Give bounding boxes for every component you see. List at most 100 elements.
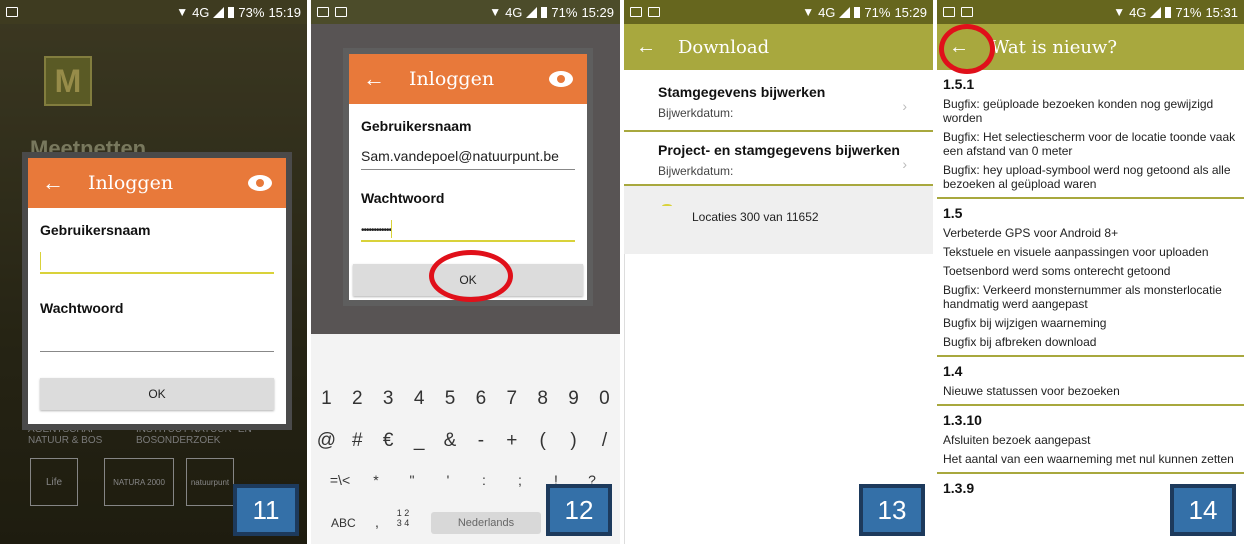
divider: [937, 197, 1244, 199]
password-label: Wachtwoord: [361, 190, 445, 206]
key[interactable]: &: [437, 430, 463, 452]
changelog-note: Het aantal van een waarneming met nul ku…: [943, 452, 1234, 466]
key[interactable]: 0: [591, 388, 617, 410]
back-arrow-icon[interactable]: ←: [363, 66, 393, 92]
signal-icon: [213, 6, 225, 18]
fraction-key[interactable]: 1 2 3 4: [393, 508, 413, 528]
image-icon: [335, 7, 347, 17]
changelog-note: Nieuwe statussen voor bezoeken: [943, 384, 1120, 398]
comma-key[interactable]: ,: [375, 514, 379, 530]
key[interactable]: 9: [561, 388, 587, 410]
key[interactable]: @: [313, 430, 339, 452]
status-bar: ▼ 4G 73% 15:19: [0, 0, 307, 24]
image-icon: [6, 7, 18, 17]
network-label: 4G: [505, 4, 523, 20]
key[interactable]: -: [468, 430, 494, 452]
key[interactable]: 1: [313, 388, 339, 410]
download-progress: Locaties 300 van 11652: [624, 186, 933, 254]
key[interactable]: 6: [468, 388, 494, 410]
key[interactable]: €: [375, 430, 401, 452]
screenshot-14: ▼ 4G 71% 15:31 ← Wat is nieuw? 1.5.1 Bugf…: [937, 0, 1244, 544]
username-label: Gebruikersnaam: [40, 222, 151, 238]
key[interactable]: 5: [437, 388, 463, 410]
battery-level: 71%: [551, 4, 578, 20]
dialog-header: ← Inloggen: [349, 54, 587, 104]
key[interactable]: 4: [406, 388, 432, 410]
username-input[interactable]: Sam.vandepoel@natuurpunt.be: [361, 144, 575, 170]
screenshot-13: ▼ 4G 71% 15:29 ← Download Stamgegevens b…: [624, 0, 933, 544]
password-input[interactable]: [40, 326, 274, 352]
step-number: 13: [859, 484, 925, 536]
divider: [624, 254, 625, 544]
wifi-icon: ▼: [489, 5, 502, 19]
abc-key[interactable]: ABC: [331, 516, 356, 530]
version-number: 1.5: [943, 205, 963, 221]
text-cursor: [391, 220, 393, 239]
key[interactable]: /: [591, 430, 617, 452]
wifi-icon: ▼: [802, 5, 815, 19]
key[interactable]: ": [399, 472, 425, 488]
changelog-note: Verbeterde GPS voor Android 8+: [943, 226, 1119, 240]
back-arrow-icon[interactable]: ←: [42, 170, 72, 196]
page-title: Download: [678, 36, 770, 58]
mail-icon: [630, 7, 642, 17]
key[interactable]: ): [561, 430, 587, 452]
signal-icon: [839, 6, 851, 18]
spinner-icon: [662, 204, 672, 208]
changelog-note: Afsluiten bezoek aangepast: [943, 433, 1091, 447]
clock: 15:29: [581, 4, 614, 20]
changelog-note: Toetsenbord werd soms onterecht getoond: [943, 264, 1171, 278]
version-number: 1.3.10: [943, 412, 982, 428]
password-input[interactable]: ••••••••••••: [361, 216, 575, 242]
keyboard-row-symbols: @ # € _ & - + ( ) /: [311, 430, 620, 452]
password-label: Wachtwoord: [40, 300, 124, 316]
back-arrow-icon[interactable]: ←: [636, 36, 660, 59]
key[interactable]: 8: [530, 388, 556, 410]
changelog-note: Bugfix: Verkeerd monsternummer als monst…: [943, 283, 1222, 311]
step-number: 12: [546, 484, 612, 536]
divider: [937, 404, 1244, 406]
item-subtitle: Bijwerkdatum:: [658, 164, 734, 178]
network-label: 4G: [192, 4, 210, 20]
signal-icon: [1150, 6, 1162, 18]
eye-icon[interactable]: [549, 71, 573, 87]
key[interactable]: (: [530, 430, 556, 452]
eye-icon[interactable]: [248, 175, 272, 191]
network-label: 4G: [1129, 4, 1147, 20]
dialog-header: ← Inloggen: [28, 158, 286, 208]
download-item-project[interactable]: Project- en stamgegevens bijwerken Bijwe…: [624, 142, 933, 178]
download-item-stamgegevens[interactable]: Stamgegevens bijwerken Bijwerkdatum: ›: [624, 84, 933, 120]
key[interactable]: :: [471, 472, 497, 488]
key[interactable]: ': [435, 472, 461, 488]
key[interactable]: _: [406, 430, 432, 452]
key[interactable]: =\<: [327, 472, 353, 488]
username-input[interactable]: [40, 248, 274, 274]
network-label: 4G: [818, 4, 836, 20]
divider: [937, 355, 1244, 357]
wifi-icon: ▼: [1113, 5, 1126, 19]
step-number: 11: [233, 484, 299, 536]
image-icon: [961, 7, 973, 17]
key[interactable]: 7: [499, 388, 525, 410]
divider: [937, 472, 1244, 474]
clock: 15:19: [268, 4, 301, 20]
battery-level: 71%: [864, 4, 891, 20]
progress-text: Locaties 300 van 11652: [692, 210, 819, 224]
mail-icon: [943, 7, 955, 17]
image-icon: [648, 7, 660, 17]
key[interactable]: #: [344, 430, 370, 452]
login-dialog: ← Inloggen Gebruikersnaam Wachtwoord OK: [22, 152, 292, 430]
chevron-right-icon: ›: [902, 156, 907, 172]
key[interactable]: *: [363, 472, 389, 488]
key[interactable]: +: [499, 430, 525, 452]
version-number: 1.4: [943, 363, 963, 379]
ok-button[interactable]: OK: [40, 378, 274, 410]
key[interactable]: 3: [375, 388, 401, 410]
page-title: Wat is nieuw?: [991, 36, 1117, 58]
status-bar: ▼ 4G 71% 15:31: [937, 0, 1244, 24]
battery-level: 73%: [238, 4, 265, 20]
key[interactable]: ;: [507, 472, 533, 488]
status-bar: ▼ 4G 71% 15:29: [624, 0, 933, 24]
key[interactable]: 2: [344, 388, 370, 410]
space-key[interactable]: Nederlands: [431, 512, 541, 534]
